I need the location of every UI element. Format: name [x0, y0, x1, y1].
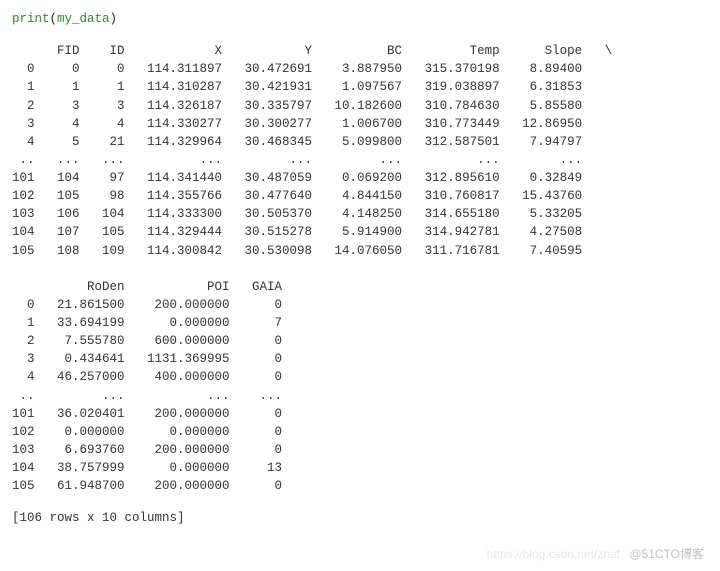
watermark-faint: https://blog.csdn.net/zhat [487, 546, 620, 563]
print-call: print [12, 12, 50, 26]
print-arg: my_data [57, 12, 110, 26]
paren-close: ) [110, 12, 118, 26]
code-input-line: print(my_data) [12, 10, 708, 28]
summary-line: [106 rows x 10 columns] [12, 509, 708, 527]
dataframe-output: FID ID X Y BC Temp Slope \ 0 0 0 114.311… [12, 42, 708, 495]
watermark-text: @51CTO博客 [629, 546, 704, 563]
paren-open: ( [50, 12, 58, 26]
